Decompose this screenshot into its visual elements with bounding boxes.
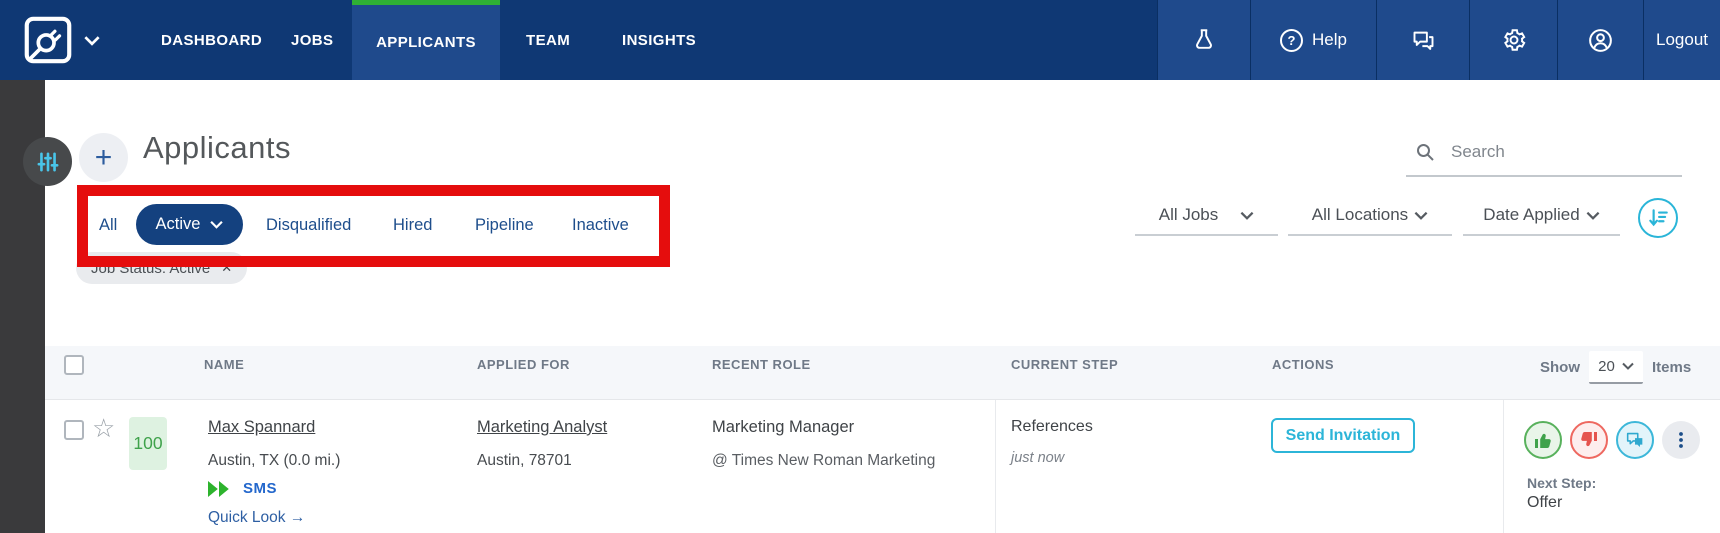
thumbs-up-icon [1535,433,1551,448]
column-header-applied-for: APPLIED FOR [477,357,570,372]
column-header-name: NAME [204,357,245,372]
current-step-value: References [1011,418,1093,435]
applicant-row: ☆ 100 Max Spannard Austin, TX (0.0 mi.) … [0,400,1720,533]
help-icon: ? [1280,28,1304,52]
sms-label: SMS [243,480,278,497]
thumbs-up-button[interactable] [1524,421,1562,459]
brand-chevron-down-icon[interactable] [84,35,100,46]
chevron-down-icon [1240,211,1254,220]
pagination-size-control: Show 20 Items [1540,348,1691,386]
nav-item-dashboard[interactable]: DASHBOARD [161,0,262,80]
chevron-down-icon [1586,211,1600,220]
search-box [1406,136,1682,177]
search-icon [1417,144,1434,161]
remove-filter-icon[interactable]: ✕ [221,260,232,276]
next-step-label: Next Step: [1527,475,1597,491]
jobs-filter-dropdown[interactable]: All Jobs [1135,196,1278,236]
nav-item-applicants[interactable]: APPLICANTS [352,0,500,80]
score-badge: 100 [129,417,167,470]
sort-order-button[interactable] [1638,198,1678,238]
logout-label: Logout [1656,30,1708,49]
messages-button[interactable] [1376,0,1469,80]
recent-role-company: @ Times New Roman Marketing [712,452,936,469]
add-applicant-button[interactable]: + [79,133,128,182]
locations-filter-value: All Locations [1311,205,1409,224]
send-invitation-button[interactable]: Send Invitation [1271,418,1415,453]
user-account-icon [1589,28,1612,52]
table-header: NAME APPLIED FOR RECENT ROLE CURRENT STE… [0,346,1720,400]
filter-settings-button[interactable] [23,137,72,186]
logout-button[interactable]: Logout [1643,0,1720,80]
items-label: Items [1652,358,1692,376]
flask-icon [1196,29,1212,49]
message-applicant-button[interactable] [1616,421,1654,459]
page-size-value: 20 [1598,357,1615,375]
select-all-checkbox[interactable] [64,355,84,375]
column-divider [1503,400,1504,533]
tab-active-selected[interactable]: Active [136,204,243,245]
gear-icon [1503,29,1525,51]
tab-hired[interactable]: Hired [393,216,432,235]
search-input[interactable] [1451,138,1671,166]
page-size-select[interactable]: 20 [1589,350,1643,384]
sliders-icon [37,152,58,171]
more-options-button[interactable] [1662,421,1700,459]
jobs-filter-value: All Jobs [1158,205,1219,224]
tab-pipeline[interactable]: Pipeline [475,216,534,235]
date-applied-filter-dropdown[interactable]: Date Applied [1463,196,1620,236]
applied-for-job-link[interactable]: Marketing Analyst [477,418,607,437]
applicant-location: Austin, TX (0.0 mi.) [208,452,341,469]
page-title: Applicants [143,130,292,165]
labs-button[interactable] [1157,0,1250,80]
vertical-dots-icon [1679,432,1683,448]
chat-bubbles-icon [1626,432,1643,447]
recent-role: Marketing Manager [712,418,855,436]
job-status-filter-tag[interactable]: Job Status: Active ✕ [76,252,248,284]
nav-utility-bar: ? Help Logout [1157,0,1720,80]
applied-time: just now [1011,450,1065,466]
chevron-down-icon [1414,211,1428,220]
column-header-actions: ACTIONS [1272,357,1334,372]
chevron-down-icon [210,221,224,229]
fast-forward-icon [208,480,229,497]
nav-item-team[interactable]: TEAM [526,0,570,80]
locations-filter-dropdown[interactable]: All Locations [1288,196,1452,236]
tab-disqualified[interactable]: Disqualified [266,216,351,235]
tab-active-label: Active [155,215,201,233]
tab-all[interactable]: All [99,216,117,235]
settings-button[interactable] [1469,0,1557,80]
next-step-value: Offer [1527,494,1563,511]
quick-look-link[interactable]: Quick Look → [208,509,305,527]
plug-logo-icon [24,16,72,64]
chevron-down-icon [1622,362,1634,370]
column-header-current-step: CURRENT STEP [1011,357,1119,372]
nav-item-jobs[interactable]: JOBS [291,0,333,80]
column-header-recent-role: RECENT ROLE [712,357,811,372]
help-button[interactable]: ? Help [1250,0,1376,80]
help-label: Help [1312,30,1347,49]
row-checkbox[interactable] [64,420,84,440]
sort-descending-icon [1649,209,1668,227]
column-divider [995,400,996,533]
show-label: Show [1540,358,1580,376]
nav-item-insights[interactable]: INSIGHTS [622,0,696,80]
date-applied-filter-value: Date Applied [1483,205,1580,224]
plus-icon: + [94,140,113,174]
top-navigation: DASHBOARD JOBS APPLICANTS TEAM INSIGHTS … [0,0,1720,80]
brand-logo[interactable] [24,16,72,64]
filter-tag-label: Job Status: Active [91,259,211,277]
star-favorite-icon[interactable]: ☆ [92,415,115,441]
chat-bubbles-icon [1413,31,1433,50]
applicant-name-link[interactable]: Max Spannard [208,418,315,437]
account-button[interactable] [1557,0,1643,80]
thumbs-down-button[interactable] [1570,421,1608,459]
thumbs-down-icon [1581,432,1597,447]
applied-for-location: Austin, 78701 [477,452,572,469]
tab-inactive[interactable]: Inactive [572,216,629,235]
sms-link[interactable]: SMS [208,480,277,497]
